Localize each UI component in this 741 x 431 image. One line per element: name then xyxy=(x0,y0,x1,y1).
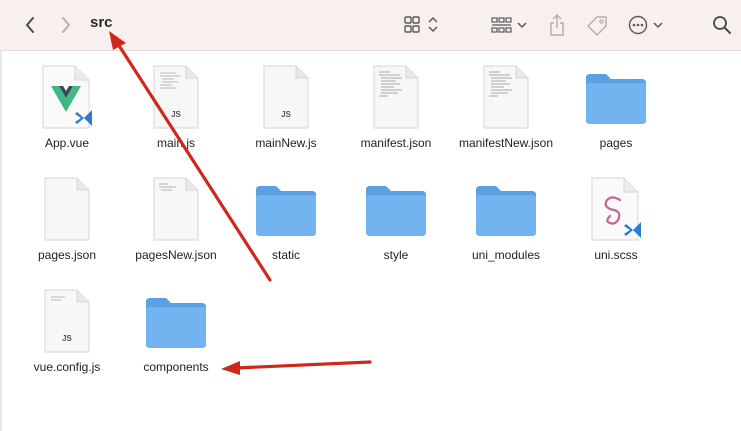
file-name: vue.config.js xyxy=(33,360,101,374)
file-name: components xyxy=(143,360,209,374)
file-name: pages xyxy=(599,136,633,150)
json-file-icon xyxy=(361,64,431,130)
scss-file-icon xyxy=(581,176,651,242)
share-button[interactable] xyxy=(546,12,568,38)
file-name: manifestNew.json xyxy=(458,136,554,150)
grid-view-icon xyxy=(404,16,438,33)
folder-icon xyxy=(141,288,211,354)
folder-icon xyxy=(251,176,321,242)
file-name: App.vue xyxy=(44,136,90,150)
file-item-manifestnew-json[interactable]: manifestNew.json xyxy=(451,64,561,150)
svg-text:JS: JS xyxy=(171,110,181,119)
group-by-button[interactable] xyxy=(490,13,530,37)
file-name: style xyxy=(383,248,409,262)
js-file-icon: JS xyxy=(141,64,211,130)
back-button[interactable] xyxy=(20,14,40,36)
file-name: uni.scss xyxy=(594,248,638,262)
file-item-uni-scss[interactable]: uni.scss xyxy=(561,176,671,262)
folder-item-style[interactable]: style xyxy=(341,176,451,262)
file-name: manifest.json xyxy=(360,136,432,150)
tag-icon xyxy=(587,16,607,36)
file-item-mainnew-js[interactable]: JS mainNew.js xyxy=(231,64,341,150)
view-options-button[interactable] xyxy=(402,13,442,37)
json-file-icon xyxy=(141,176,211,242)
share-icon xyxy=(550,13,564,36)
json-file-icon xyxy=(32,176,102,242)
folder-icon xyxy=(471,176,541,242)
more-actions-button[interactable] xyxy=(626,13,666,37)
js-file-icon: JS xyxy=(251,64,321,130)
chevron-left-icon xyxy=(26,17,34,33)
file-name: static xyxy=(271,248,300,262)
svg-text:JS: JS xyxy=(62,334,72,343)
folder-icon xyxy=(581,64,651,130)
file-item-pages-json[interactable]: pages.json xyxy=(12,176,122,262)
svg-text:JS: JS xyxy=(281,110,291,119)
window-left-edge xyxy=(0,51,2,431)
forward-button[interactable] xyxy=(56,14,76,36)
chevron-right-icon xyxy=(62,17,70,33)
search-button[interactable] xyxy=(710,13,734,37)
ellipsis-circle-icon xyxy=(628,15,663,35)
file-name: pagesNew.json xyxy=(135,248,217,262)
window-title: src xyxy=(90,14,113,31)
json-file-icon xyxy=(471,64,541,130)
file-item-manifest-json[interactable]: manifest.json xyxy=(341,64,451,150)
folder-item-uni-modules[interactable]: uni_modules xyxy=(451,176,561,262)
finder-toolbar: src xyxy=(0,0,741,51)
js-file-icon: JS xyxy=(32,288,102,354)
search-icon xyxy=(713,16,731,34)
file-item-pagesnew-json[interactable]: pagesNew.json xyxy=(121,176,231,262)
folder-item-pages[interactable]: pages xyxy=(561,64,671,150)
folder-item-components[interactable]: components xyxy=(121,288,231,374)
file-name: uni_modules xyxy=(471,248,541,262)
folder-icon xyxy=(361,176,431,242)
file-item-vue-config-js[interactable]: JS vue.config.js xyxy=(12,288,122,374)
file-item-app-vue[interactable]: App.vue xyxy=(12,64,122,150)
tag-button[interactable] xyxy=(584,13,610,39)
file-name: pages.json xyxy=(37,248,97,262)
group-by-icon xyxy=(491,17,527,33)
file-item-main-js[interactable]: JS main.js xyxy=(121,64,231,150)
arrow-to-components xyxy=(221,360,372,375)
vue-file-icon xyxy=(32,64,102,130)
file-name: main.js xyxy=(156,136,195,150)
folder-item-static[interactable]: static xyxy=(231,176,341,262)
file-name: mainNew.js xyxy=(255,136,317,150)
